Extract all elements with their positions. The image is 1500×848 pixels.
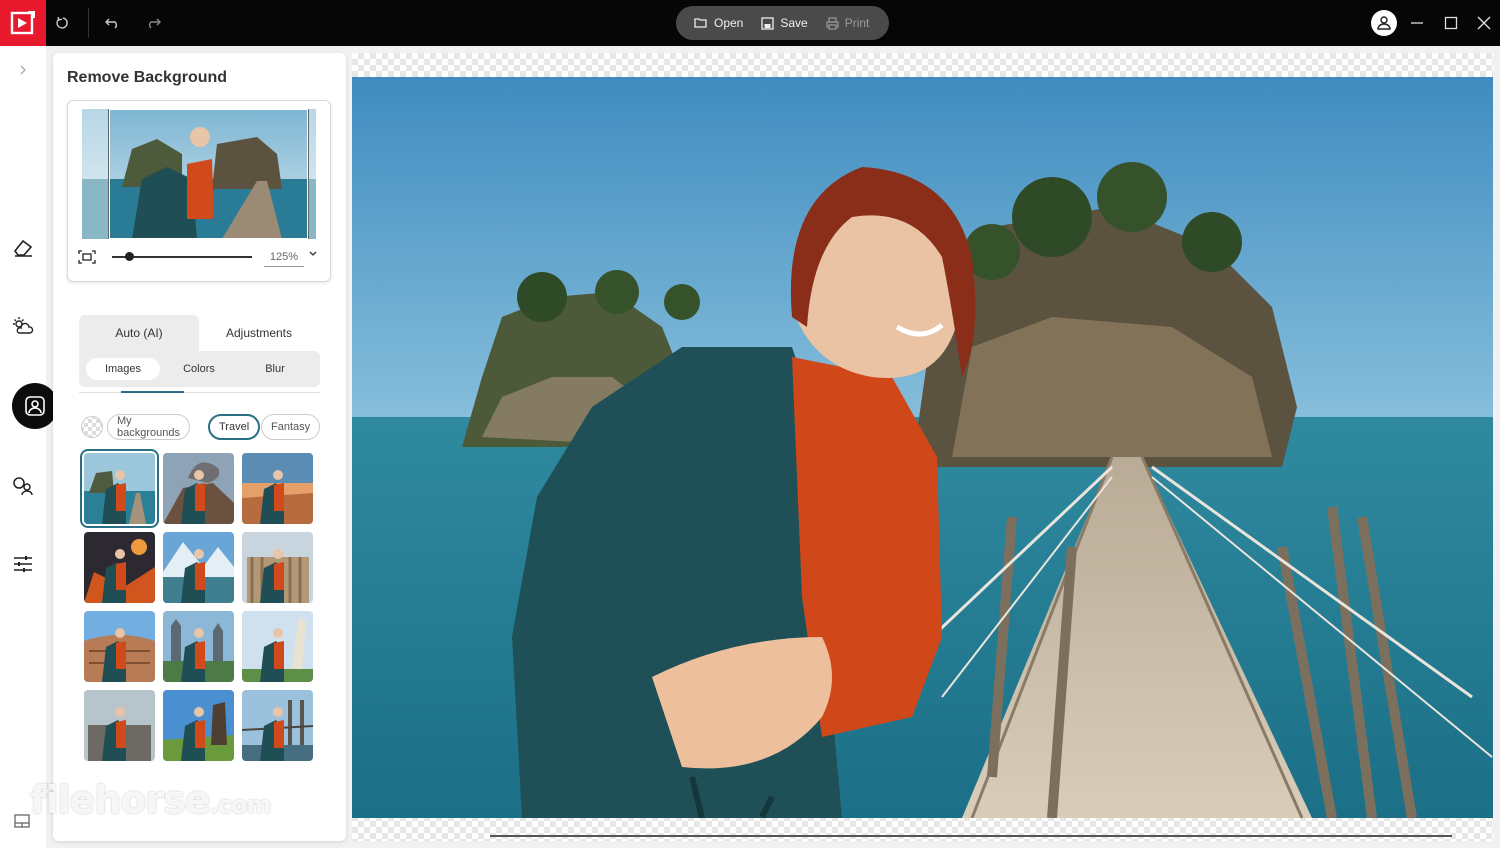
- print-label: Print: [844, 16, 870, 30]
- expand-panel-button[interactable]: [0, 50, 46, 90]
- thumb-castle[interactable]: [163, 611, 234, 682]
- remove-background-tool-button[interactable]: [12, 383, 58, 429]
- undo-icon: [105, 18, 117, 29]
- redo-button[interactable]: [142, 12, 164, 34]
- tab-auto-ai[interactable]: Auto (AI): [79, 315, 199, 351]
- edited-photo[interactable]: [352, 77, 1493, 818]
- watermark-logo: filehorse.com: [30, 778, 271, 822]
- save-label: Save: [780, 16, 808, 30]
- toolbar-separator: [88, 8, 89, 38]
- zoom-dropdown-button[interactable]: [308, 249, 318, 262]
- tab-adjustments[interactable]: Adjustments: [199, 315, 319, 351]
- maximize-button[interactable]: [1440, 12, 1462, 34]
- thumb-volcano[interactable]: [163, 453, 234, 524]
- reset-icon: [56, 16, 68, 29]
- horizontal-scrollbar[interactable]: [490, 835, 1452, 837]
- chip-travel[interactable]: Travel: [208, 414, 261, 440]
- zoom-value[interactable]: 125%: [264, 249, 304, 267]
- replace-person-button[interactable]: [0, 466, 46, 506]
- chevron-right-icon: [20, 65, 26, 75]
- thumb-bridge[interactable]: [242, 690, 313, 761]
- chip-my-backgrounds[interactable]: My backgrounds: [107, 414, 190, 440]
- file-actions-pill: Open Save Print: [676, 6, 889, 40]
- play-logo-icon: [10, 11, 35, 35]
- zoom-row: 125%: [78, 249, 322, 269]
- open-button[interactable]: Open: [694, 16, 743, 30]
- save-icon: [761, 16, 775, 30]
- chip-fantasy[interactable]: Fantasy: [261, 414, 321, 440]
- active-tab-indicator: [121, 391, 184, 393]
- undo-button[interactable]: [102, 12, 124, 34]
- thumb-greek-temple[interactable]: [242, 532, 313, 603]
- tool-rail: [0, 46, 58, 848]
- close-button[interactable]: [1473, 12, 1495, 34]
- fit-screen-icon[interactable]: [78, 250, 96, 264]
- eraser-tool-button[interactable]: [0, 228, 46, 268]
- watermark-text: filehorse: [30, 778, 211, 822]
- maximize-icon: [1444, 16, 1458, 30]
- remove-background-panel: Remove Background 125% Auto (AI) Adjustm…: [53, 53, 346, 841]
- navigator-card: 125%: [67, 100, 331, 282]
- redo-icon: [149, 18, 161, 29]
- thumb-ruins[interactable]: [84, 690, 155, 761]
- minimize-icon: [1411, 22, 1423, 24]
- thumb-moai[interactable]: [163, 690, 234, 761]
- close-icon: [1477, 16, 1491, 30]
- adjustments-icon: [14, 556, 32, 572]
- tab-images[interactable]: Images: [86, 358, 160, 380]
- sky-replace-button[interactable]: [0, 306, 46, 346]
- folder-icon: [694, 18, 707, 28]
- weather-icon: [13, 317, 34, 334]
- thumb-pier-island[interactable]: [84, 453, 155, 524]
- reset-button[interactable]: [52, 12, 74, 34]
- panel-title: Remove Background: [67, 69, 228, 86]
- image-canvas[interactable]: [352, 53, 1493, 841]
- zoom-slider-handle[interactable]: [124, 252, 134, 261]
- replace-person-icon: [13, 477, 33, 496]
- save-button[interactable]: Save: [761, 16, 808, 30]
- thumb-desert-sunset[interactable]: [242, 453, 313, 524]
- tab-blur[interactable]: Blur: [238, 358, 312, 380]
- account-button[interactable]: [1371, 10, 1397, 36]
- photo-image: [352, 77, 1493, 818]
- print-button[interactable]: Print: [826, 16, 870, 30]
- print-icon: [826, 16, 839, 30]
- app-logo: [0, 0, 46, 46]
- navigator-viewport[interactable]: [109, 109, 308, 239]
- navigator-preview[interactable]: [82, 109, 316, 239]
- remove-background-icon: [25, 396, 45, 416]
- adjustments-tool-button[interactable]: [0, 544, 46, 584]
- layout-icon: [14, 814, 30, 828]
- thumb-mountain-lake[interactable]: [163, 532, 234, 603]
- mode-tabs: Auto (AI) Adjustments: [79, 315, 320, 351]
- open-label: Open: [714, 16, 744, 30]
- minimize-button[interactable]: [1406, 12, 1428, 34]
- chevron-down-icon: [309, 251, 317, 256]
- tab-colors[interactable]: Colors: [162, 358, 236, 380]
- user-icon: [1377, 16, 1391, 30]
- thumb-lava-fantasy[interactable]: [84, 532, 155, 603]
- tab-divider: [79, 392, 320, 393]
- watermark-suffix: .com: [209, 791, 272, 819]
- thumb-colosseum[interactable]: [84, 611, 155, 682]
- thumb-leaning-tower[interactable]: [242, 611, 313, 682]
- title-bar: Open Save Print: [0, 0, 1500, 46]
- background-type-tabs: Images Colors Blur: [79, 351, 320, 387]
- transparent-background-chip[interactable]: [81, 416, 103, 438]
- eraser-icon: [13, 239, 33, 257]
